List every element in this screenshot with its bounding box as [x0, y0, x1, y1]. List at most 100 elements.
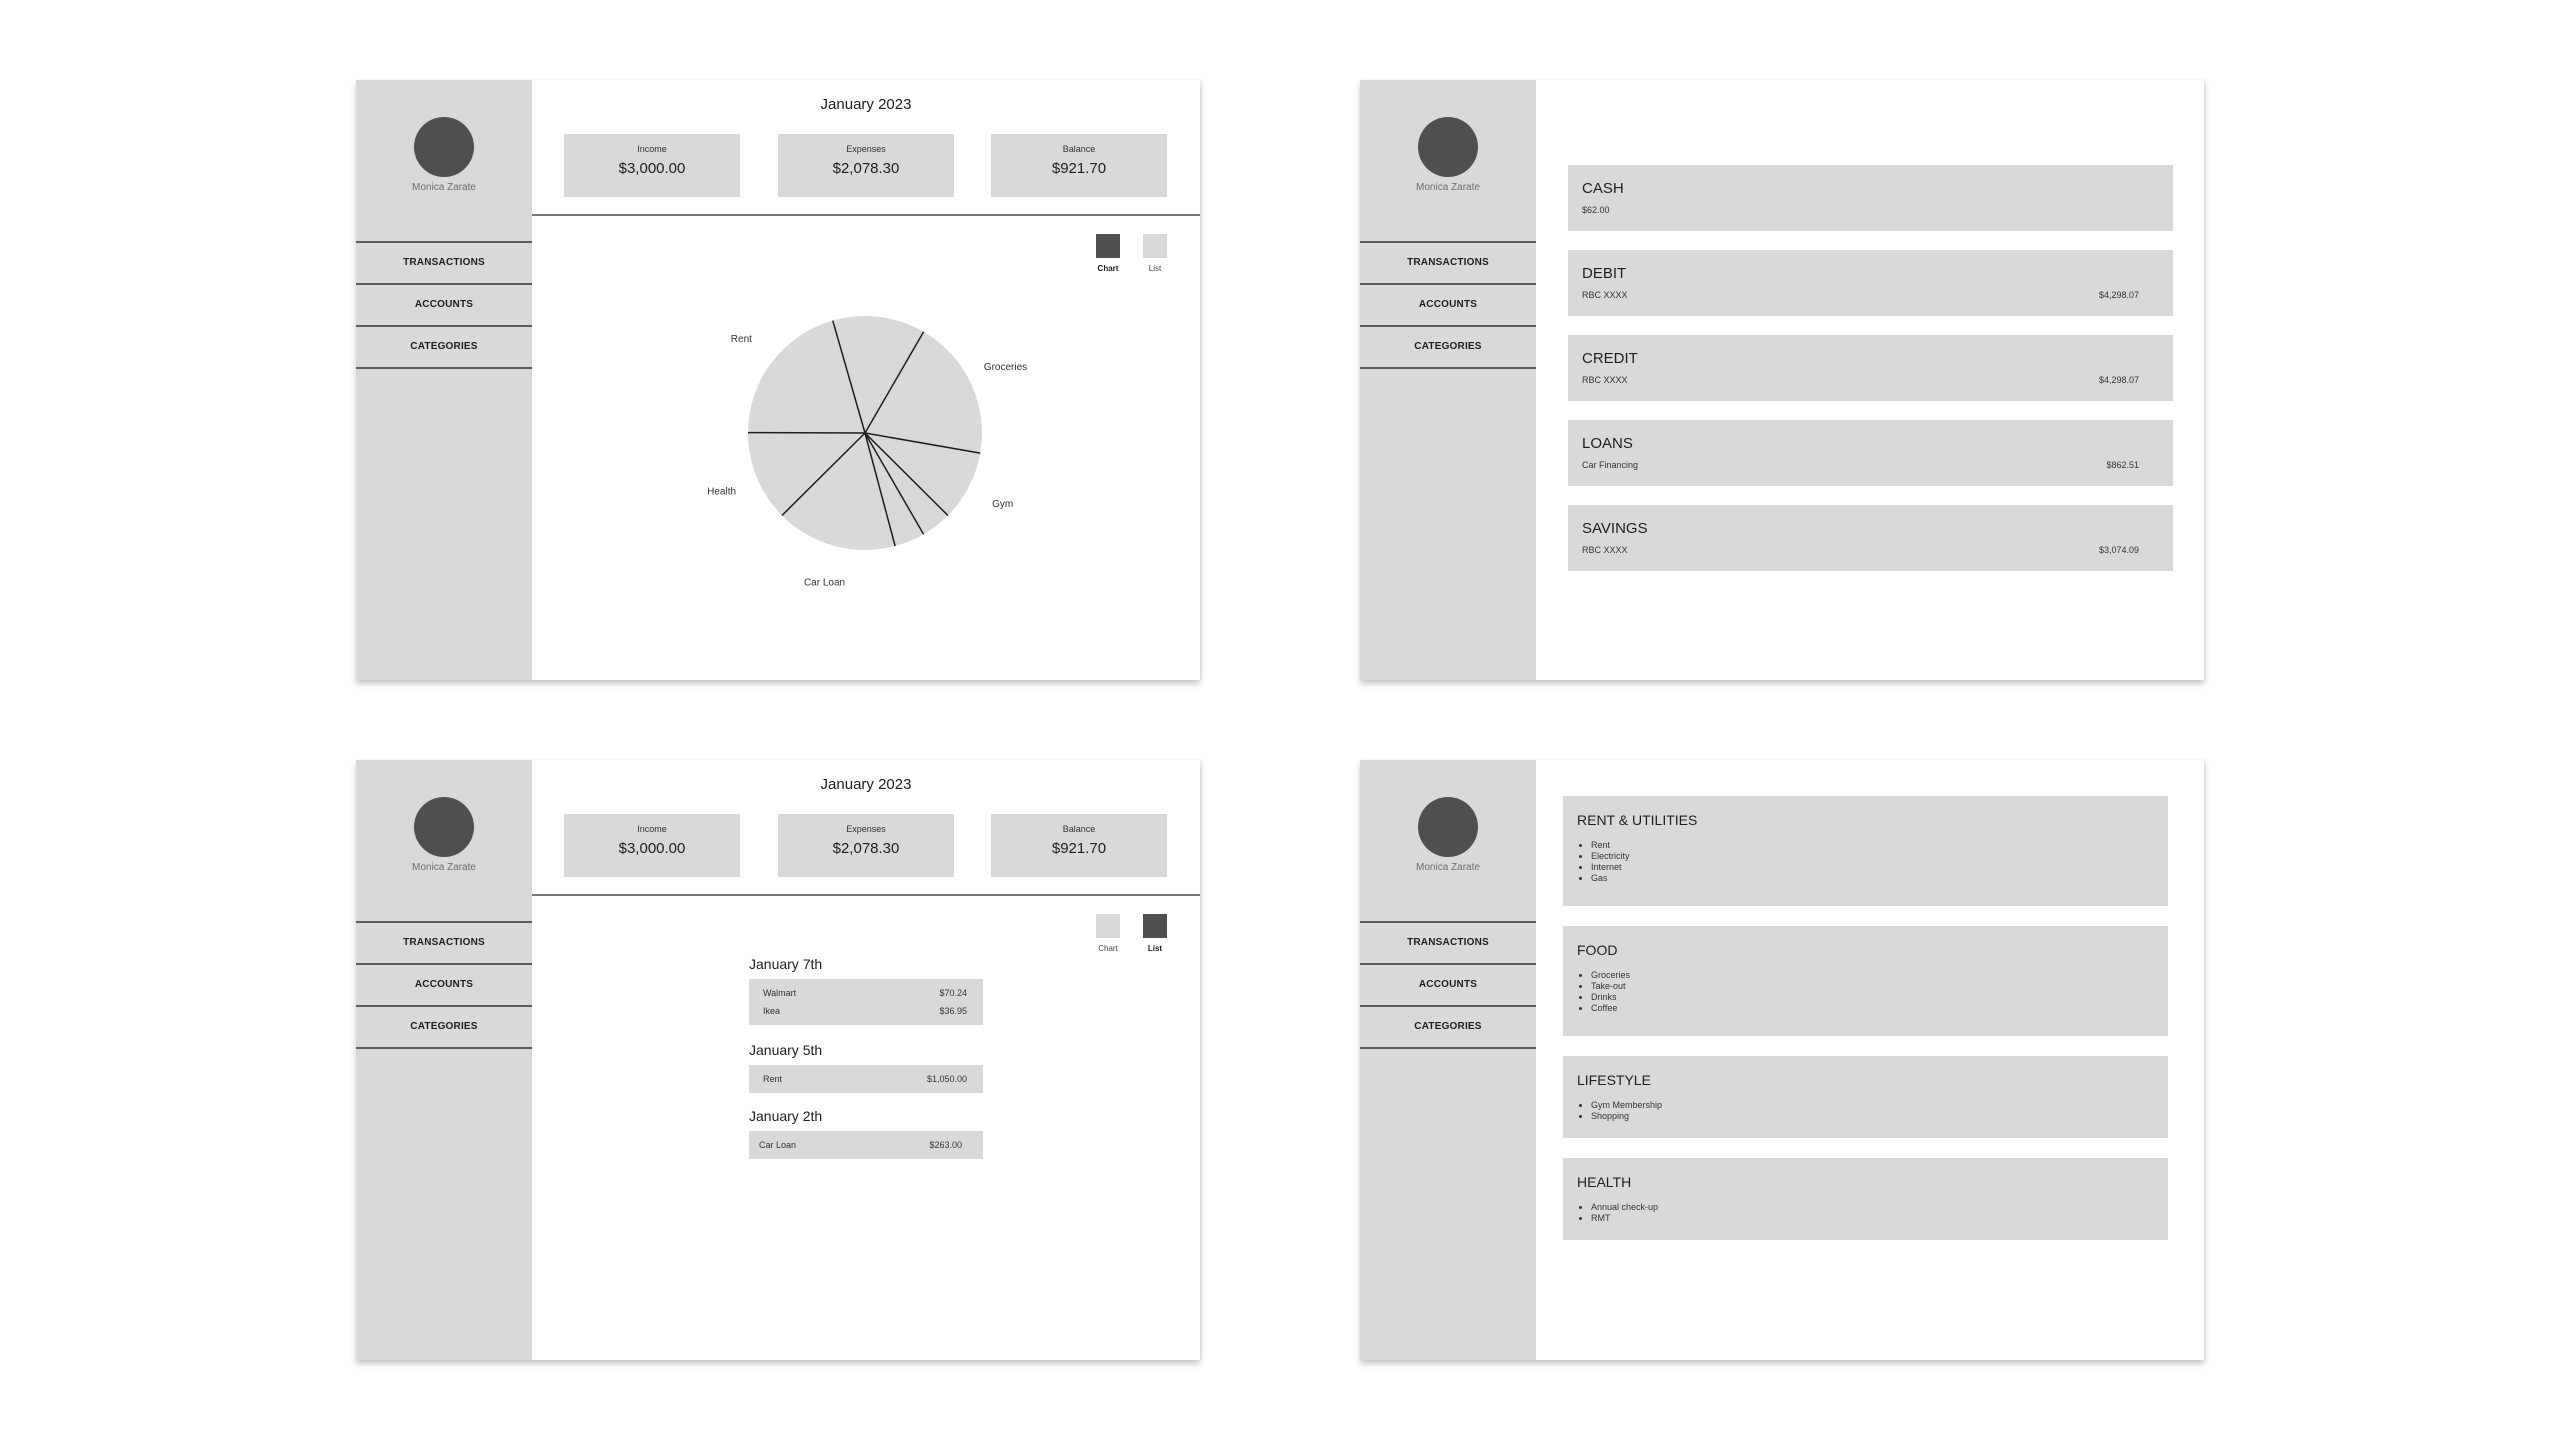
- expenses-card: Expenses $2,078.30: [778, 814, 954, 877]
- transaction-date: January 7th: [749, 956, 823, 972]
- sidebar-nav: TRANSACTIONS ACCOUNTS CATEGORIES: [356, 921, 532, 1049]
- sidebar-nav: TRANSACTIONS ACCOUNTS CATEGORIES: [1360, 921, 1536, 1049]
- transaction-box: Rent $1,050.00: [749, 1065, 983, 1093]
- main-content: January 2023 Income $3,000.00 Expenses $…: [532, 760, 1200, 1360]
- transaction-name: Walmart: [763, 988, 797, 998]
- account-subtitle: RBC XXXX: [1582, 545, 1628, 555]
- sidebar-item-accounts[interactable]: ACCOUNTS: [1360, 965, 1536, 1007]
- category-item: RMT: [1591, 1213, 1658, 1224]
- sidebar-item-categories[interactable]: CATEGORIES: [1360, 1007, 1536, 1049]
- category-item: Shopping: [1591, 1111, 1662, 1122]
- income-card: Income $3,000.00: [564, 134, 740, 197]
- transaction-group: January 2th Car Loan $263.00: [749, 1108, 983, 1159]
- transaction-amount: $1,050.00: [926, 1074, 967, 1084]
- sidebar-item-transactions[interactable]: TRANSACTIONS: [356, 243, 532, 285]
- pie-label-car-loan: Car Loan: [804, 577, 845, 588]
- chart-toggle-label: Chart: [1098, 944, 1118, 953]
- category-item: Gas: [1591, 873, 1630, 884]
- pie-label-health: Health: [707, 486, 736, 497]
- sidebar-item-transactions[interactable]: TRANSACTIONS: [1360, 243, 1536, 285]
- transaction-box: Car Loan $263.00: [749, 1131, 983, 1159]
- category-item: Annual check-up: [1591, 1202, 1658, 1213]
- category-card-lifestyle[interactable]: LIFESTYLE Gym Membership Shopping: [1563, 1056, 2168, 1138]
- account-card-cash[interactable]: CASH $62.00: [1568, 165, 2173, 231]
- account-card-loans[interactable]: LOANS Car Financing $862.51: [1568, 420, 2173, 486]
- category-card-health[interactable]: HEALTH Annual check-up RMT: [1563, 1158, 2168, 1240]
- transaction-row[interactable]: Ikea $36.95: [749, 1002, 983, 1020]
- account-card-credit[interactable]: CREDIT RBC XXXX $4,298.07: [1568, 335, 2173, 401]
- account-amount: $3,074.09: [2098, 545, 2139, 555]
- user-name: Monica Zarate: [412, 182, 476, 193]
- transaction-amount: $70.24: [939, 988, 967, 998]
- list-toggle-swatch: [1143, 914, 1167, 938]
- income-label: Income: [637, 144, 667, 154]
- account-card-debit[interactable]: DEBIT RBC XXXX $4,298.07: [1568, 250, 2173, 316]
- main-content: CASH $62.00 DEBIT RBC XXXX $4,298.07 CRE…: [1536, 80, 2204, 680]
- transaction-row[interactable]: Car Loan $263.00: [749, 1136, 983, 1154]
- income-value: $3,000.00: [618, 160, 686, 177]
- account-title: CREDIT: [1582, 350, 1638, 367]
- transactions-list-screen: Monica Zarate TRANSACTIONS ACCOUNTS CATE…: [356, 760, 1200, 1360]
- transaction-row[interactable]: Walmart $70.24: [749, 984, 983, 1002]
- avatar: [414, 117, 474, 177]
- sidebar: Monica Zarate TRANSACTIONS ACCOUNTS CATE…: [1360, 80, 1536, 680]
- transaction-group: January 7th Walmart $70.24 Ikea $36.95: [749, 956, 983, 1025]
- list-view-toggle[interactable]: List: [1143, 914, 1167, 953]
- income-card: Income $3,000.00: [564, 814, 740, 877]
- avatar: [1418, 797, 1478, 857]
- sidebar-item-accounts[interactable]: ACCOUNTS: [356, 965, 532, 1007]
- sidebar-item-categories[interactable]: CATEGORIES: [1360, 327, 1536, 369]
- sidebar-item-transactions[interactable]: TRANSACTIONS: [1360, 923, 1536, 965]
- balance-label: Balance: [1062, 144, 1096, 154]
- user-name: Monica Zarate: [1416, 862, 1480, 873]
- account-title: SAVINGS: [1582, 520, 1648, 537]
- sidebar: Monica Zarate TRANSACTIONS ACCOUNTS CATE…: [1360, 760, 1536, 1360]
- sidebar-item-categories[interactable]: CATEGORIES: [356, 327, 532, 369]
- user-name: Monica Zarate: [1416, 182, 1480, 193]
- expenses-value: $2,078.30: [832, 160, 900, 177]
- category-item: Internet: [1591, 862, 1630, 873]
- divider: [532, 894, 1200, 896]
- category-title: RENT & UTILITIES: [1577, 812, 1698, 828]
- account-card-savings[interactable]: SAVINGS RBC XXXX $3,074.09: [1568, 505, 2173, 571]
- list-toggle-label: List: [1147, 944, 1163, 953]
- sidebar-item-categories[interactable]: CATEGORIES: [356, 1007, 532, 1049]
- sidebar-item-accounts[interactable]: ACCOUNTS: [356, 285, 532, 327]
- month-title: January 2023: [820, 776, 912, 793]
- accounts-screen: Monica Zarate TRANSACTIONS ACCOUNTS CATE…: [1360, 80, 2204, 680]
- balance-value: $921.70: [1051, 840, 1107, 857]
- account-title: DEBIT: [1582, 265, 1627, 282]
- category-title: LIFESTYLE: [1577, 1072, 1651, 1088]
- category-item: Rent: [1591, 840, 1630, 851]
- category-title: FOOD: [1577, 942, 1618, 958]
- balance-card: Balance $921.70: [991, 134, 1167, 197]
- account-subtitle: $62.00: [1582, 205, 1610, 215]
- transaction-group: January 5th Rent $1,050.00: [749, 1042, 983, 1093]
- balance-value: $921.70: [1051, 160, 1107, 177]
- main-content: RENT & UTILITIES Rent Electricity Intern…: [1536, 760, 2204, 1360]
- chart-view-toggle[interactable]: Chart: [1096, 914, 1120, 953]
- category-item: Drinks: [1591, 992, 1630, 1003]
- sidebar-nav: TRANSACTIONS ACCOUNTS CATEGORIES: [356, 241, 532, 369]
- chart-toggle-swatch: [1096, 914, 1120, 938]
- income-value: $3,000.00: [618, 840, 686, 857]
- category-item: Gym Membership: [1591, 1100, 1662, 1111]
- balance-label: Balance: [1062, 824, 1096, 834]
- account-amount: $862.51: [2106, 460, 2139, 470]
- category-title: HEALTH: [1577, 1174, 1632, 1190]
- category-card-rent-utilities[interactable]: RENT & UTILITIES Rent Electricity Intern…: [1563, 796, 2168, 906]
- transaction-row[interactable]: Rent $1,050.00: [749, 1070, 983, 1088]
- category-item: Coffee: [1591, 1003, 1630, 1014]
- sidebar-item-accounts[interactable]: ACCOUNTS: [1360, 285, 1536, 327]
- income-label: Income: [637, 824, 667, 834]
- main-content: January 2023 Income $3,000.00 Expenses $…: [532, 80, 1200, 680]
- account-subtitle: RBC XXXX: [1582, 375, 1628, 385]
- transaction-name: Rent: [763, 1074, 783, 1084]
- avatar: [1418, 117, 1478, 177]
- category-items: Groceries Take-out Drinks Coffee: [1591, 970, 1630, 1014]
- transaction-name: Ikea: [763, 1006, 781, 1016]
- sidebar-item-transactions[interactable]: TRANSACTIONS: [356, 923, 532, 965]
- sidebar: Monica Zarate TRANSACTIONS ACCOUNTS CATE…: [356, 80, 532, 680]
- avatar: [414, 797, 474, 857]
- category-card-food[interactable]: FOOD Groceries Take-out Drinks Coffee: [1563, 926, 2168, 1036]
